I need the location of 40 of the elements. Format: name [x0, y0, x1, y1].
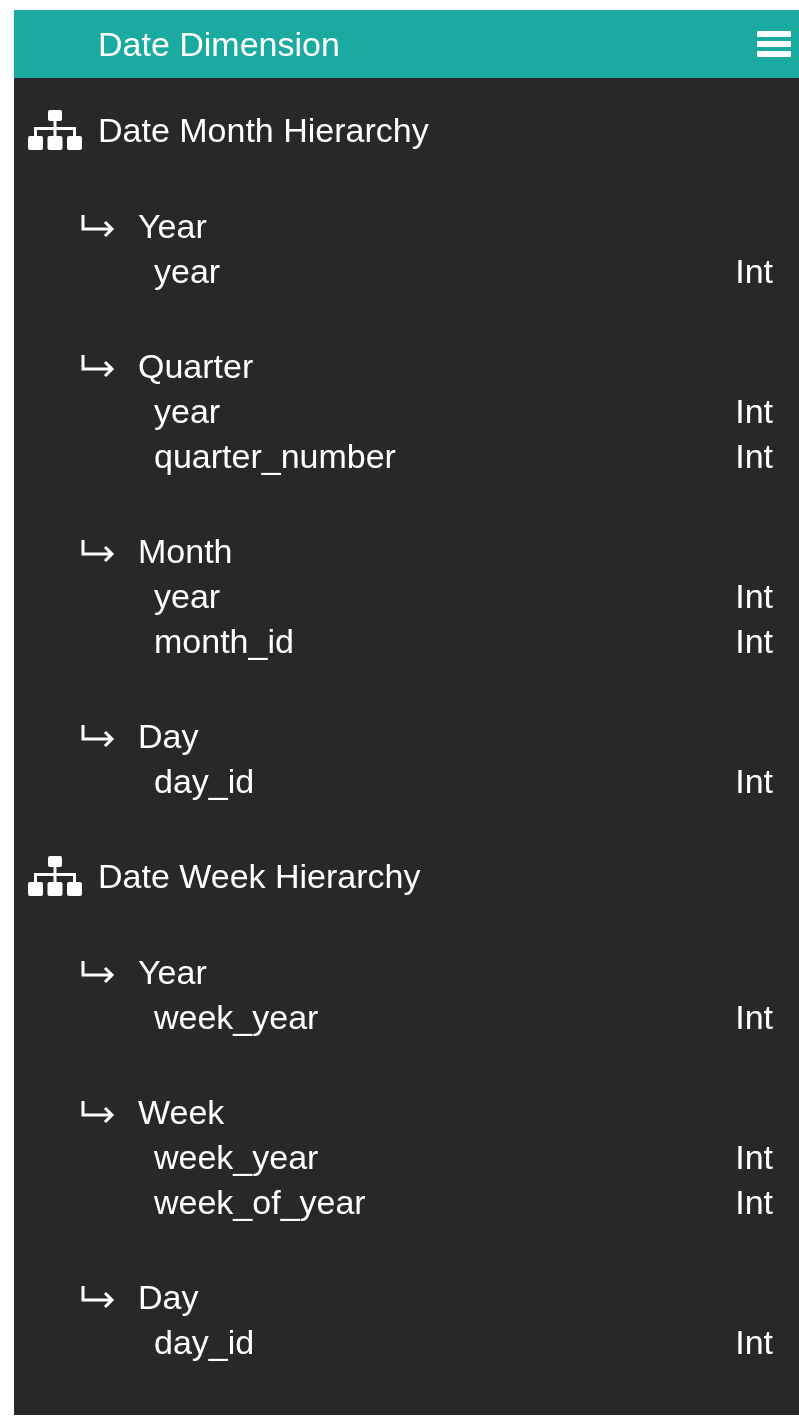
hierarchy-icon [28, 110, 82, 150]
attribute-name: quarter_number [154, 436, 396, 477]
attribute-type: Int [735, 576, 773, 617]
child-arrow-icon [80, 214, 116, 239]
attribute-type: Int [735, 391, 773, 432]
child-arrow-icon [80, 960, 116, 985]
attribute-name: year [154, 251, 221, 292]
attribute-name: year [154, 391, 221, 432]
child-arrow-icon [80, 539, 116, 564]
level-name[interactable]: Month [138, 529, 233, 574]
child-arrow-icon [80, 1100, 116, 1125]
hierarchy-title[interactable]: Date Month Hierarchy [98, 107, 429, 153]
attribute-name: day_id [154, 761, 255, 802]
child-arrow-icon [80, 1285, 116, 1310]
level-name[interactable]: Day [138, 1275, 199, 1320]
attribute-type: Int [735, 761, 773, 802]
level-name[interactable]: Week [138, 1090, 225, 1135]
attribute-name: month_id [154, 621, 294, 662]
attribute-type: Int [735, 621, 773, 662]
attribute-type: Int [735, 1182, 773, 1223]
header-title: Date Dimension [98, 24, 340, 64]
attribute-name: day_id [154, 1322, 255, 1363]
level-name[interactable]: Day [138, 714, 199, 759]
level-name[interactable]: Quarter [138, 344, 254, 389]
attribute-type: Int [735, 251, 773, 292]
attribute-type: Int [735, 1137, 773, 1178]
attribute-type: Int [735, 436, 773, 477]
level-name[interactable]: Year [138, 950, 207, 995]
attribute-name: week_of_year [154, 1182, 366, 1223]
attribute-name: week_year [154, 997, 319, 1038]
attribute-type: Int [735, 997, 773, 1038]
child-arrow-icon [80, 354, 116, 379]
hierarchy-title[interactable]: Date Week Hierarchy [98, 853, 421, 899]
attribute-type: Int [735, 1322, 773, 1363]
hierarchy-icon [28, 856, 82, 896]
child-arrow-icon [80, 724, 116, 749]
attribute-name: year [154, 576, 221, 617]
menu-icon[interactable] [757, 29, 791, 59]
level-name[interactable]: Year [138, 204, 207, 249]
attribute-name: week_year [154, 1137, 319, 1178]
